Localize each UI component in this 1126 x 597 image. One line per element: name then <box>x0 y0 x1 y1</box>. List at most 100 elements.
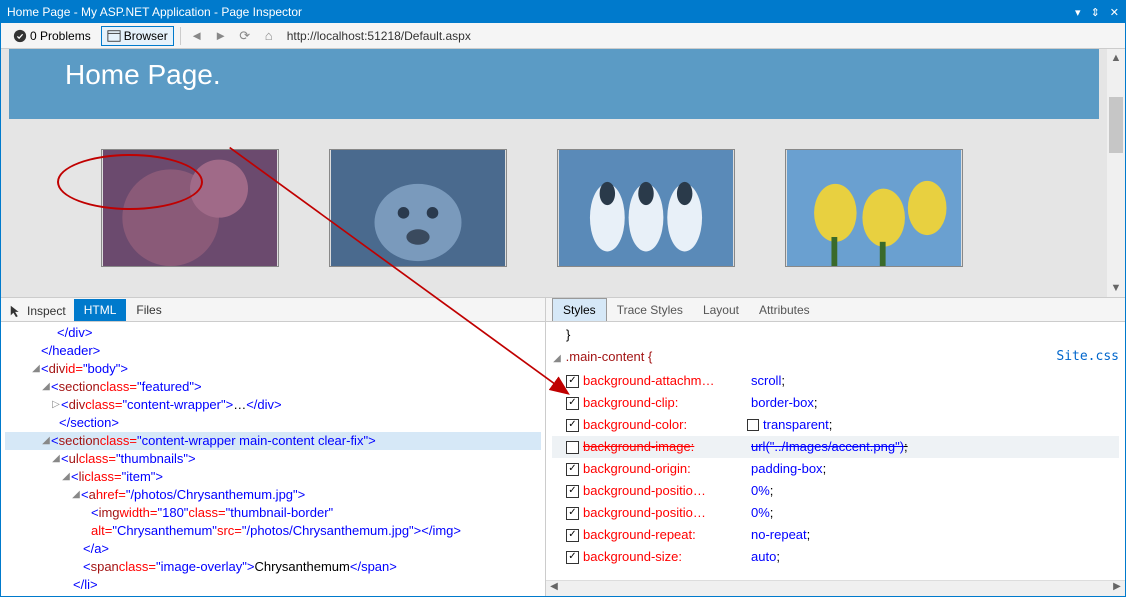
property-checkbox[interactable] <box>566 419 579 432</box>
tab-styles[interactable]: Styles <box>552 298 607 321</box>
html-tree[interactable]: </div> </header> ◢<div id="body"> ◢<sect… <box>1 322 545 596</box>
thumbnail-4[interactable] <box>785 149 963 267</box>
tab-trace-styles[interactable]: Trace Styles <box>607 299 693 321</box>
code-token: … <box>233 396 246 414</box>
tree-toggle-icon[interactable]: ◢ <box>61 468 71 486</box>
code-token: </section> <box>59 414 119 432</box>
html-pane: Inspect HTML Files </div> </header> ◢<di… <box>1 298 546 596</box>
problems-label: 0 Problems <box>30 29 91 43</box>
property-value[interactable]: padding-box <box>751 458 823 480</box>
property-value[interactable]: scroll <box>751 370 781 392</box>
code-token: "180" <box>158 504 189 522</box>
tab-files[interactable]: Files <box>126 299 171 321</box>
code-token: "image-overlay" <box>156 558 247 576</box>
code-token: class= <box>100 378 137 396</box>
thumbnail-2[interactable] <box>329 149 507 267</box>
property-value[interactable]: transparent <box>763 414 829 436</box>
style-property-row[interactable]: background-image:url("../Images/accent.p… <box>552 436 1119 458</box>
code-token: span <box>91 558 119 576</box>
property-checkbox[interactable] <box>566 529 579 542</box>
code-token: "/photos/Chrysanthemum.jpg" <box>126 486 298 504</box>
code-token: </div> <box>246 396 281 414</box>
tree-toggle-icon[interactable]: ◢ <box>71 486 81 504</box>
property-checkbox[interactable] <box>566 441 579 454</box>
check-circle-icon <box>13 29 27 43</box>
tree-toggle-icon[interactable]: ◢ <box>41 378 51 396</box>
rule-selector: .main-content { <box>566 349 653 364</box>
tree-toggle-icon[interactable]: ◢ <box>41 432 51 450</box>
nav-refresh-icon[interactable]: ⟳ <box>235 26 255 46</box>
code-token: section <box>59 432 100 450</box>
scroll-track[interactable] <box>1107 67 1125 279</box>
style-property-row[interactable]: background-origin:padding-box; <box>552 458 1119 480</box>
style-property-row[interactable]: background-repeat:no-repeat; <box>552 524 1119 546</box>
code-token: class= <box>100 432 137 450</box>
styles-list[interactable]: } ◢ .main-content { Site.css background-… <box>546 322 1125 580</box>
browser-button[interactable]: Browser <box>101 26 174 46</box>
preview-scrollbar[interactable]: ▲ ▼ <box>1107 49 1125 297</box>
window-pin-icon[interactable]: ⇕ <box>1091 6 1100 19</box>
tree-toggle-icon[interactable]: ◢ <box>552 348 562 370</box>
style-property-row[interactable]: background-clip:border-box; <box>552 392 1119 414</box>
scroll-left-icon[interactable]: ◀ <box>546 581 562 596</box>
property-value[interactable]: 0% <box>751 480 770 502</box>
property-checkbox[interactable] <box>566 507 579 520</box>
property-checkbox[interactable] <box>566 463 579 476</box>
styles-hscrollbar[interactable]: ◀ ▶ <box>546 580 1125 596</box>
property-value[interactable]: url("../Images/accent.png") <box>751 436 904 458</box>
style-property-row[interactable]: background-positio…0%; <box>552 502 1119 524</box>
color-swatch[interactable] <box>747 419 759 431</box>
code-token: "/photos/Chrysanthemum.jpg" <box>242 522 414 540</box>
tree-toggle-icon[interactable]: ▷ <box>51 396 61 414</box>
code-token: "thumbnails" <box>116 450 188 468</box>
nav-back-icon[interactable]: ◄ <box>187 26 207 46</box>
property-value[interactable]: border-box <box>751 392 814 414</box>
property-value[interactable]: 0% <box>751 502 770 524</box>
property-value[interactable]: auto <box>751 546 776 568</box>
tree-toggle-icon[interactable]: ◢ <box>61 594 71 596</box>
nav-forward-icon[interactable]: ► <box>211 26 231 46</box>
code-token: class= <box>119 558 156 576</box>
style-property-row[interactable]: background-color:transparent; <box>552 414 1119 436</box>
property-checkbox[interactable] <box>566 485 579 498</box>
bottom-panes: Inspect HTML Files </div> </header> ◢<di… <box>1 297 1125 596</box>
tab-layout[interactable]: Layout <box>693 299 749 321</box>
inspect-button[interactable]: Inspect <box>1 301 74 321</box>
property-checkbox[interactable] <box>566 397 579 410</box>
window-close-icon[interactable]: ✕ <box>1110 6 1119 19</box>
property-checkbox[interactable] <box>566 551 579 564</box>
property-value[interactable]: no-repeat <box>751 524 807 546</box>
property-name: background-color: <box>583 414 743 436</box>
code-token: </li> <box>73 576 98 594</box>
tree-toggle-icon[interactable]: ◢ <box>51 450 61 468</box>
style-property-row[interactable]: background-attachm…scroll; <box>552 370 1119 392</box>
property-checkbox[interactable] <box>566 375 579 388</box>
problems-button[interactable]: 0 Problems <box>7 26 97 46</box>
url-text[interactable]: http://localhost:51218/Default.aspx <box>287 29 471 43</box>
scroll-up-icon[interactable]: ▲ <box>1111 49 1122 67</box>
code-token: </div> <box>57 324 92 342</box>
nav-home-icon[interactable]: ⌂ <box>259 26 279 46</box>
tab-attributes[interactable]: Attributes <box>749 299 820 321</box>
scroll-htrack[interactable] <box>562 581 1109 596</box>
property-name: background-clip: <box>583 392 743 414</box>
style-property-row[interactable]: background-positio…0%; <box>552 480 1119 502</box>
code-token: id= <box>65 360 83 378</box>
window-dropdown-icon[interactable]: ▾ <box>1075 6 1081 19</box>
tab-html[interactable]: HTML <box>74 299 127 321</box>
scroll-handle[interactable] <box>1109 97 1123 153</box>
rule-source-link[interactable]: Site.css <box>1056 346 1119 368</box>
selected-line[interactable]: ◢<section class="content-wrapper main-co… <box>5 432 541 450</box>
style-property-row[interactable]: background-size:auto; <box>552 546 1119 568</box>
code-token: "item" <box>122 468 156 486</box>
scroll-right-icon[interactable]: ▶ <box>1109 581 1125 596</box>
code-token: class= <box>85 396 122 414</box>
thumbnail-3[interactable] <box>557 149 735 267</box>
code-token: section <box>59 378 100 396</box>
tree-toggle-icon[interactable]: ◢ <box>31 360 41 378</box>
code-token: img <box>99 504 120 522</box>
code-token: "content-wrapper" <box>122 396 225 414</box>
code-token: Chrysanthemum <box>254 558 349 576</box>
right-tabs: Styles Trace Styles Layout Attributes <box>546 298 1125 322</box>
scroll-down-icon[interactable]: ▼ <box>1111 279 1122 297</box>
